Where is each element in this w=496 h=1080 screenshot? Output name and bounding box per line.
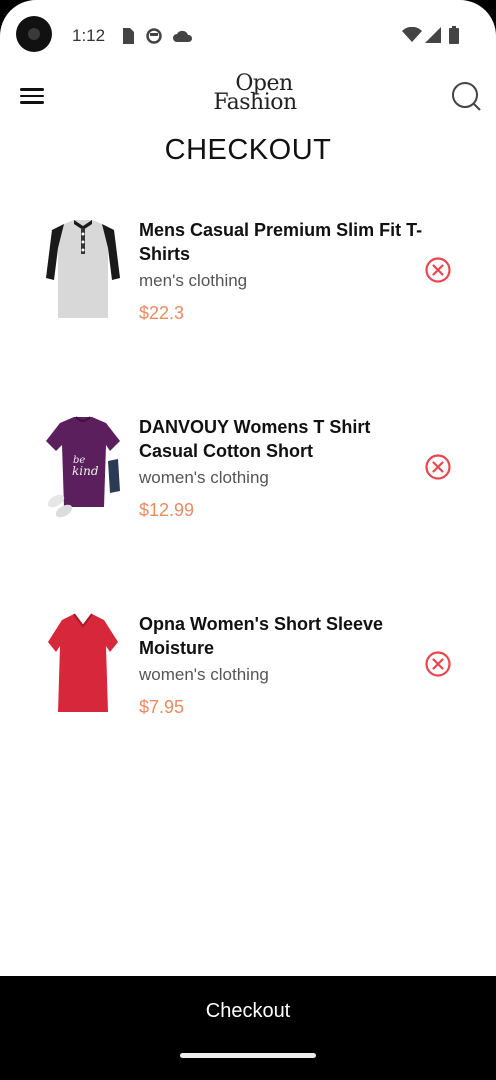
page-title: CHECKOUT [164, 134, 332, 166]
cart-item: be kind DANVOUY Womens T Shirt Casual Co… [0, 415, 496, 545]
status-bar: 1:12 [0, 0, 496, 60]
signal-icon [425, 27, 441, 43]
item-info: DANVOUY Womens T Shirt Casual Cotton Sho… [139, 415, 429, 521]
item-info: Mens Casual Premium Slim Fit T-Shirts me… [139, 218, 429, 324]
item-name: Opna Women's Short Sleeve Moisture [139, 614, 384, 658]
search-button[interactable] [450, 80, 484, 114]
item-price: $7.95 [139, 697, 185, 717]
gesture-home-bar[interactable] [180, 1053, 316, 1058]
item-category: men's clothing [139, 271, 248, 290]
status-time: 1:12 [72, 26, 106, 45]
item-category: women's clothing [139, 665, 269, 684]
checkout-button[interactable]: Checkout [0, 976, 496, 1080]
cart-item: Mens Casual Premium Slim Fit T-Shirts me… [0, 218, 496, 348]
remove-item-button[interactable] [424, 256, 452, 284]
product-image [46, 220, 120, 318]
item-price: $22.3 [139, 303, 185, 323]
item-category: women's clothing [139, 468, 269, 487]
app-screen: 1:12 Open Fashion CHECKOUT Mens Casual P… [0, 0, 496, 1080]
product-image [48, 613, 118, 712]
cloud-icon [173, 30, 193, 42]
item-info: Opna Women's Short Sleeve Moisture women… [139, 612, 429, 718]
sim-card-icon [123, 28, 134, 44]
app-logo: Open Fashion [213, 71, 297, 115]
remove-item-button[interactable] [424, 650, 452, 678]
battery-icon [449, 26, 459, 44]
cart-item: Opna Women's Short Sleeve Moisture women… [0, 612, 496, 742]
menu-icon [20, 88, 44, 91]
wifi-icon [402, 27, 422, 42]
menu-button[interactable] [20, 84, 46, 106]
remove-item-button[interactable] [424, 453, 452, 481]
item-price: $12.99 [139, 500, 195, 520]
search-icon [452, 82, 478, 108]
product-image: be kind [46, 416, 120, 518]
item-name: DANVOUY Womens T Shirt Casual Cotton Sho… [139, 417, 371, 461]
notification-icon [146, 28, 162, 44]
checkout-label: Checkout [205, 1000, 291, 1022]
svg-text:kind: kind [72, 464, 99, 478]
front-camera [16, 16, 52, 52]
item-name: Mens Casual Premium Slim Fit T-Shirts [139, 220, 423, 264]
